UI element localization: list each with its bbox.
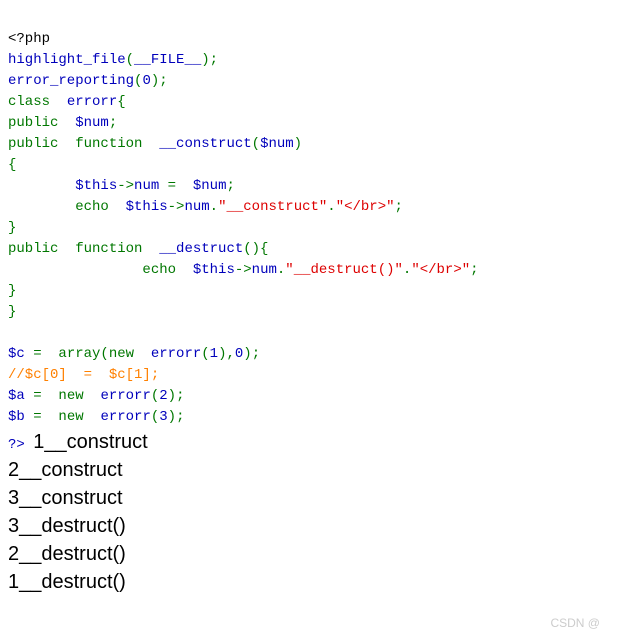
php-code-block: <?php highlight_file(__FILE__); error_re… <box>8 8 612 456</box>
token-class: errorr <box>100 388 150 404</box>
token-punct: ); <box>168 388 185 404</box>
token-punct: ; <box>470 262 478 278</box>
token-indent <box>8 178 75 194</box>
token-punct: ); <box>168 409 185 425</box>
token-comment: //$c[0] = $c[1]; <box>8 367 159 383</box>
token-assign: = new <box>33 409 100 425</box>
token-punct: ( <box>252 136 260 152</box>
token-var: $b <box>8 409 33 425</box>
token-arrow: -> <box>235 262 252 278</box>
token-keyword: public function <box>8 136 159 152</box>
token-punct: ; <box>109 115 117 131</box>
token-num: 0 <box>142 73 150 89</box>
token-method: __construct <box>159 136 251 152</box>
token-string: "__destruct()" <box>285 262 403 278</box>
token-string: "</br>" <box>336 199 395 215</box>
token-punct: ), <box>218 346 235 362</box>
token-brace: { <box>8 157 16 173</box>
token-var: $c <box>8 346 33 362</box>
token-brace: } <box>8 283 16 299</box>
token-punct: ) <box>294 136 302 152</box>
output-line: 2__construct <box>8 456 612 484</box>
token-prop: num <box>184 199 209 215</box>
token-punct: ( <box>126 52 134 68</box>
token-keyword: public function <box>8 241 159 257</box>
token-method: __destruct <box>159 241 243 257</box>
token-keyword: public <box>8 115 75 131</box>
token-func: highlight_file <box>8 52 126 68</box>
token-arrow: -> <box>117 178 134 194</box>
token-concat: . <box>327 199 335 215</box>
token-var: $num <box>260 136 294 152</box>
token-punct: (){ <box>243 241 268 257</box>
output-line: 1__destruct() <box>8 568 612 596</box>
php-close-tag: ?> <box>8 437 33 453</box>
token-punct: ( <box>151 388 159 404</box>
token-var: $this <box>126 199 168 215</box>
token-var: $num <box>193 178 227 194</box>
token-echo: echo <box>8 262 193 278</box>
output-line: 2__destruct() <box>8 540 612 568</box>
token-punct: ; <box>395 199 403 215</box>
token-brace: } <box>8 220 16 236</box>
token-assign: = <box>168 178 193 194</box>
token-class: errorr <box>151 346 201 362</box>
output-line: 3__destruct() <box>8 512 612 540</box>
token-prop: num <box>252 262 277 278</box>
token-num: 1 <box>210 346 218 362</box>
php-open-tag: <?php <box>8 31 50 47</box>
token-punct: ); <box>243 346 260 362</box>
token-string: "</br>" <box>411 262 470 278</box>
token-brace: { <box>117 94 125 110</box>
token-var: $a <box>8 388 33 404</box>
token-arrow: -> <box>168 199 185 215</box>
token-concat: . <box>210 199 218 215</box>
token-num: 3 <box>159 409 167 425</box>
token-punct: ; <box>226 178 234 194</box>
token-class: errorr <box>67 94 117 110</box>
token-keyword: class <box>8 94 67 110</box>
token-num: 2 <box>159 388 167 404</box>
token-assign: = new <box>33 388 100 404</box>
token-echo: echo <box>8 199 126 215</box>
token-prop: num <box>134 178 168 194</box>
token-var: $this <box>193 262 235 278</box>
token-punct: ( <box>151 409 159 425</box>
token-punct: ); <box>151 73 168 89</box>
token-class: errorr <box>100 409 150 425</box>
token-assign: = array(new <box>33 346 151 362</box>
token-var: $this <box>75 178 117 194</box>
output-line: 3__construct <box>8 484 612 512</box>
token-func: error_reporting <box>8 73 134 89</box>
token-punct: ); <box>201 52 218 68</box>
token-brace: } <box>8 304 16 320</box>
token-const: __FILE__ <box>134 52 201 68</box>
output-line: 1__construct <box>33 431 148 453</box>
watermark: CSDN @ <box>550 616 600 630</box>
token-string: "__construct" <box>218 199 327 215</box>
token-var: $num <box>75 115 109 131</box>
token-punct: ( <box>201 346 209 362</box>
